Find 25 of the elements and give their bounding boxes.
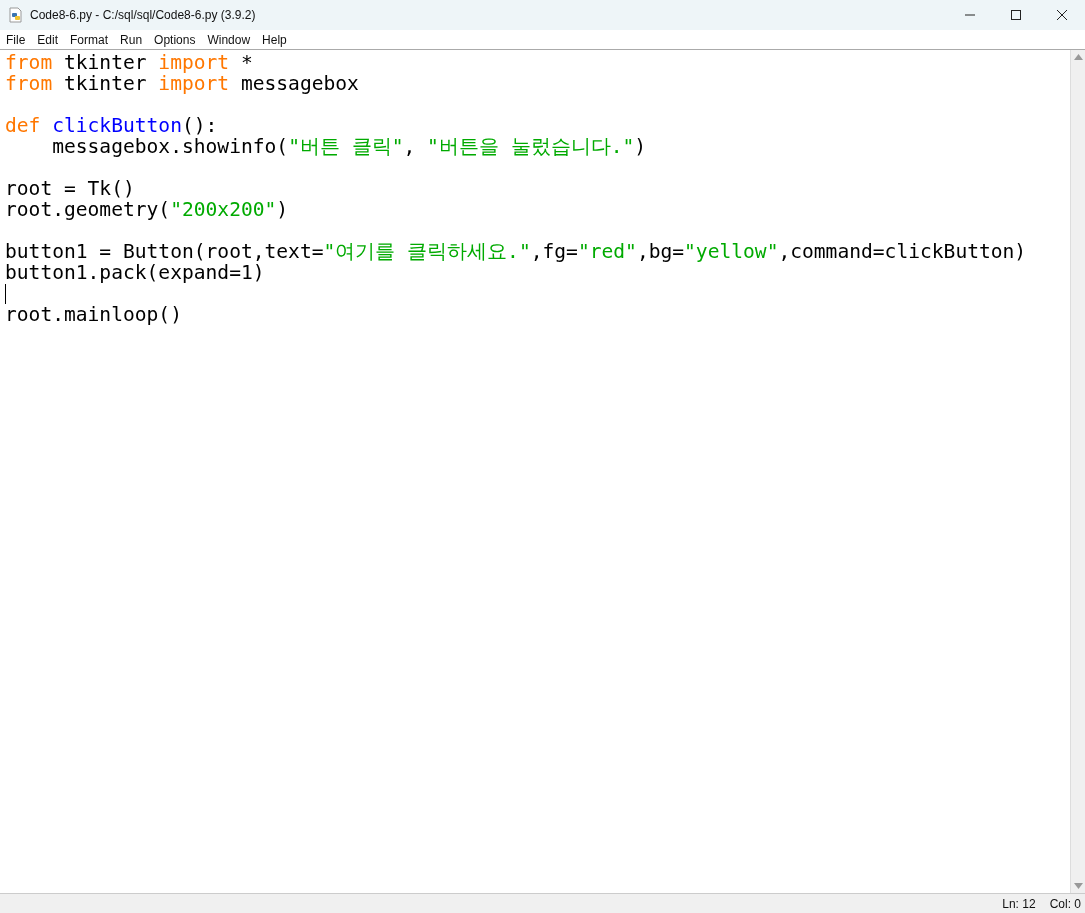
menu-item[interactable]: Options bbox=[148, 32, 202, 47]
close-icon bbox=[1057, 10, 1067, 20]
code-line: def clickButton(): bbox=[5, 115, 218, 136]
menu-item[interactable]: File bbox=[0, 32, 32, 47]
code-line: from tkinter import messagebox bbox=[5, 73, 359, 94]
window-title: Code8-6.py - C:/sql/sql/Code8-6.py (3.9.2) bbox=[30, 8, 256, 22]
line-number-label: Ln: 12 bbox=[1002, 896, 1036, 911]
menu-item[interactable]: Format bbox=[64, 32, 115, 47]
vertical-scrollbar[interactable] bbox=[1070, 50, 1085, 893]
code-line: messagebox.showinfo("버튼 클릭", "버튼을 눌렀습니다.") bbox=[51, 136, 647, 157]
menu-item[interactable]: Help bbox=[256, 32, 293, 47]
maximize-icon bbox=[1011, 10, 1021, 20]
code-line: root = Tk() bbox=[5, 178, 135, 199]
code-line: from tkinter import * bbox=[5, 52, 253, 73]
menu-item[interactable]: Run bbox=[114, 32, 149, 47]
code-line: button1.pack(expand=1) bbox=[5, 262, 265, 283]
python-file-icon bbox=[8, 7, 24, 23]
scroll-up-arrow-icon bbox=[1073, 54, 1083, 60]
code-line: root.mainloop() bbox=[5, 304, 182, 325]
code-line: root.geometry("200x200") bbox=[5, 199, 289, 220]
code-line: button1 = Button(root,text="여기를 클릭하세요.",fg="red",bg="yellow",command=clickButton) bbox=[5, 241, 1027, 262]
column-number-label: Col: 0 bbox=[1049, 896, 1081, 911]
menu-item[interactable]: Window bbox=[201, 32, 257, 47]
scroll-down-arrow-icon bbox=[1073, 883, 1083, 889]
menu-item[interactable]: Edit bbox=[31, 32, 65, 47]
